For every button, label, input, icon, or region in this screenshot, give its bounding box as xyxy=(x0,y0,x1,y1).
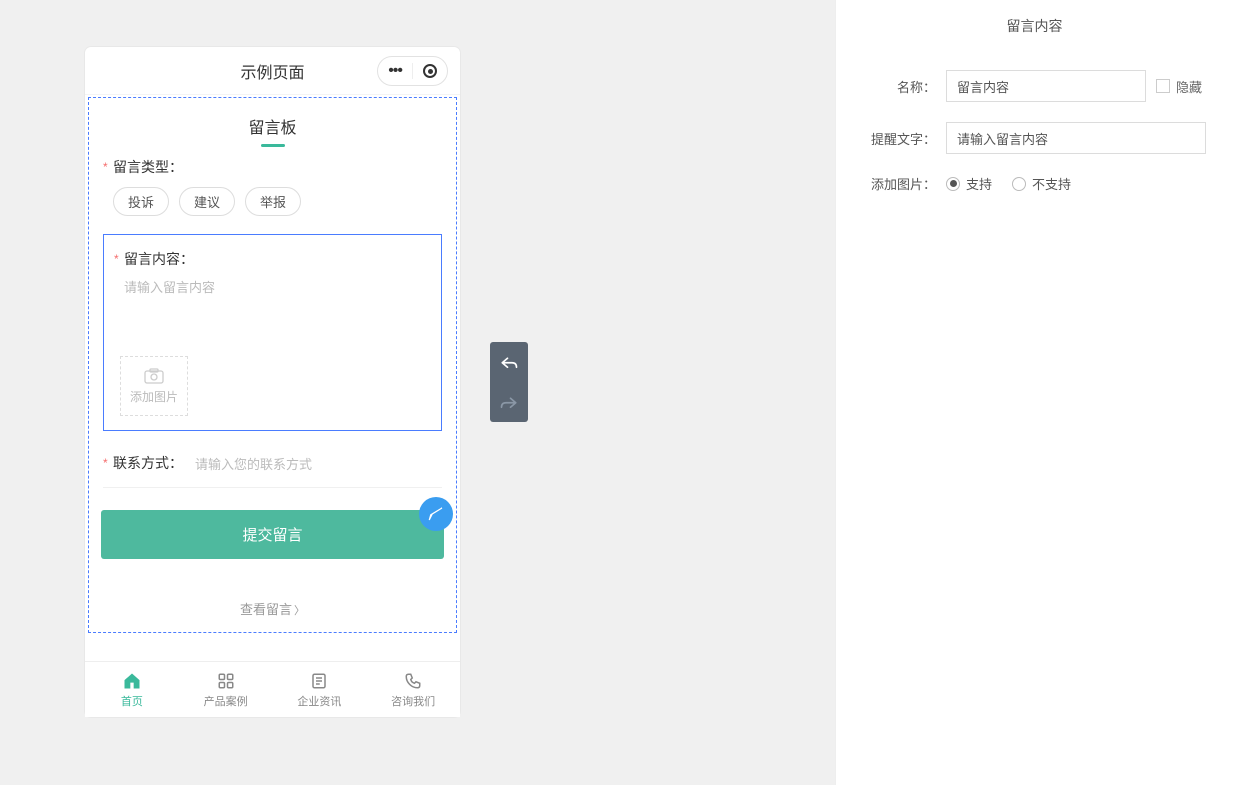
content-box-selected[interactable]: 留言内容： 请输入留言内容 添加图片 xyxy=(103,234,442,431)
redo-icon xyxy=(500,395,518,409)
radio-support[interactable]: 支持 xyxy=(946,174,992,193)
document-icon xyxy=(309,671,329,691)
content-label-row: 留言内容： xyxy=(116,249,429,269)
type-label-row: 留言类型： xyxy=(103,157,442,177)
tab-home[interactable]: 首页 xyxy=(85,662,179,717)
properties-panel: 留言内容 名称： 隐藏 提醒文字： 添加图片： 支持 不支持 xyxy=(835,0,1233,785)
radio-icon xyxy=(1012,177,1026,191)
phone-title: 示例页面 xyxy=(240,59,304,83)
prop-name-row: 名称： 隐藏 xyxy=(836,70,1209,102)
panel-title: 留言内容 xyxy=(836,0,1233,52)
phone-icon xyxy=(403,671,423,691)
prop-addimg-label: 添加图片： xyxy=(836,174,946,193)
submit-button[interactable]: 提交留言 xyxy=(101,510,444,559)
type-options: 投诉 建议 举报 xyxy=(103,187,442,216)
chevron-right-icon: 〉 xyxy=(294,605,305,617)
capsule-divider xyxy=(412,63,413,79)
redo-button[interactable] xyxy=(490,382,528,422)
tab-label: 企业资讯 xyxy=(297,693,341,709)
fab-publish[interactable] xyxy=(419,497,453,531)
paper-plane-icon xyxy=(427,505,445,523)
canvas-area: 示例页面 ••• 留言板 留言类型： 投诉 建议 xyxy=(0,0,835,785)
type-label: 留言类型： xyxy=(113,157,183,177)
prop-name-input[interactable] xyxy=(946,70,1146,102)
addimg-radio-group: 支持 不支持 xyxy=(946,174,1071,193)
prop-hint-row: 提醒文字： xyxy=(836,122,1209,154)
upload-label: 添加图片 xyxy=(130,388,178,405)
type-option-2[interactable]: 举报 xyxy=(245,187,301,216)
selected-component[interactable]: 留言板 留言类型： 投诉 建议 举报 留言内容： xyxy=(88,97,457,633)
target-icon[interactable] xyxy=(423,64,437,78)
content-label: 留言内容： xyxy=(124,249,194,269)
section-underline xyxy=(261,144,285,147)
form-block: 留言类型： 投诉 建议 举报 留言内容： 请输入留言内容 xyxy=(89,157,456,488)
tab-contact[interactable]: 咨询我们 xyxy=(366,662,460,717)
type-option-1[interactable]: 建议 xyxy=(179,187,235,216)
prop-hint-label: 提醒文字： xyxy=(836,129,946,148)
image-upload[interactable]: 添加图片 xyxy=(120,356,188,416)
phone-header-capsule[interactable]: ••• xyxy=(377,56,448,86)
prop-addimg-row: 添加图片： 支持 不支持 xyxy=(836,174,1209,193)
tab-label: 首页 xyxy=(121,693,143,709)
undo-redo-panel xyxy=(490,342,528,422)
grid-icon xyxy=(216,671,236,691)
tab-news[interactable]: 企业资讯 xyxy=(273,662,367,717)
radio-label: 支持 xyxy=(966,174,992,193)
camera-icon xyxy=(144,368,164,384)
radio-icon xyxy=(946,177,960,191)
contact-placeholder[interactable]: 请输入您的联系方式 xyxy=(195,454,312,473)
view-msg-label: 查看留言 xyxy=(240,602,292,617)
undo-icon xyxy=(500,355,518,369)
more-icon[interactable]: ••• xyxy=(388,63,402,79)
prop-name-label: 名称： xyxy=(836,77,946,96)
radio-not-support[interactable]: 不支持 xyxy=(1012,174,1071,193)
phone-header: 示例页面 ••• xyxy=(85,47,460,95)
home-icon xyxy=(122,671,142,691)
panel-form: 名称： 隐藏 提醒文字： 添加图片： 支持 不支持 xyxy=(836,52,1233,193)
section-title: 留言板 xyxy=(89,114,456,138)
tab-label: 产品案例 xyxy=(204,693,248,709)
type-option-0[interactable]: 投诉 xyxy=(113,187,169,216)
undo-button[interactable] xyxy=(490,342,528,382)
tab-label: 咨询我们 xyxy=(391,693,435,709)
section-header: 留言板 xyxy=(89,98,456,157)
hide-checkbox[interactable] xyxy=(1156,79,1170,93)
tabbar: 首页 产品案例 企业资讯 咨询我们 xyxy=(85,661,460,717)
tab-cases[interactable]: 产品案例 xyxy=(179,662,273,717)
radio-label: 不支持 xyxy=(1032,174,1071,193)
content-placeholder: 请输入留言内容 xyxy=(116,277,429,296)
prop-hint-input[interactable] xyxy=(946,122,1206,154)
hide-label: 隐藏 xyxy=(1176,77,1202,96)
contact-label: 联系方式： xyxy=(113,453,183,473)
phone-preview: 示例页面 ••• 留言板 留言类型： 投诉 建议 xyxy=(85,47,460,717)
hide-checkbox-wrap[interactable]: 隐藏 xyxy=(1156,77,1202,96)
contact-row: 联系方式： 请输入您的联系方式 xyxy=(103,439,442,488)
view-messages-link[interactable]: 查看留言〉 xyxy=(89,559,456,632)
phone-body: 留言板 留言类型： 投诉 建议 举报 留言内容： xyxy=(85,95,460,661)
